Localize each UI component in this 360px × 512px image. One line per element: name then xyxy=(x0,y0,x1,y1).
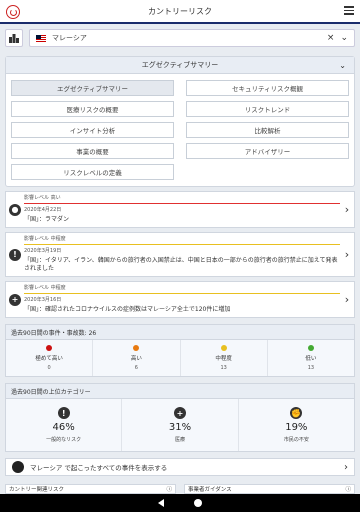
stat-cell-medium: 中程度 13 xyxy=(180,340,268,377)
malaysia-flag-icon xyxy=(36,34,46,42)
executive-summary-button[interactable]: エグゼクティブサマリー xyxy=(11,80,174,96)
category-cell-general: ! 46% 一般的なリスク xyxy=(6,399,123,452)
stat-count: 0 xyxy=(47,365,51,372)
event-description: 「国」：イタリア、イラン、韓国からの旅行者の入国禁止は、中国と日本の一部からの旅… xyxy=(24,257,338,273)
stat-cell-high: 高い 6 xyxy=(93,340,181,377)
alert-icon: ! xyxy=(57,407,70,420)
bird-icon: ● xyxy=(9,203,21,216)
summary-panel-title: エグゼクティブサマリー xyxy=(141,61,219,69)
severity-dot-icon xyxy=(46,345,53,352)
info-icon: ⓘ xyxy=(345,487,351,493)
comparison-button[interactable]: 比較解析 xyxy=(186,122,349,138)
system-navigation-bar xyxy=(0,494,360,512)
chevron-right-icon[interactable]: › xyxy=(340,233,354,276)
map-button[interactable] xyxy=(5,29,23,47)
category-percent: 19% xyxy=(285,422,308,434)
event-date: 2020年3月16日 xyxy=(24,297,62,304)
all-events-button[interactable]: マレーシア で起こったすべての事件を表示する › xyxy=(5,458,355,477)
clear-icon[interactable]: × xyxy=(327,33,335,43)
category-percent: 46% xyxy=(52,422,75,434)
stat-label: 極めて高い xyxy=(35,356,63,363)
medical-risk-button[interactable]: 医療リスクの概要 xyxy=(11,101,174,117)
category-label: 一般的なリスク xyxy=(46,437,82,444)
event-date: 2020年3月19日 xyxy=(24,248,62,255)
summary-button-grid: エグゼクティブサマリー セキュリティリスク概観 医療リスクの概要 リスクトレンド… xyxy=(6,74,354,186)
top-categories-panel: 過去90日間の上位カテゴリー ! 46% 一般的なリスク + 31% 医療 ✊ … xyxy=(5,383,355,453)
info-icon: ⓘ xyxy=(166,487,172,493)
search-row: マレーシア × ⌄ xyxy=(0,24,360,52)
event-card[interactable]: ● 影響レベル 高い 2020年4月22日 「国」：ラマダン › xyxy=(5,191,355,229)
chevron-down-icon[interactable]: ⌄ xyxy=(339,61,346,70)
app-logo-icon[interactable] xyxy=(6,5,20,19)
bottom-cards: カントリー関連リスク ⓘ 事業者ガイダンス ⓘ xyxy=(5,484,355,494)
event-level: 影響レベル 中程度 xyxy=(24,285,66,292)
chevron-right-icon[interactable]: › xyxy=(340,192,354,227)
incident-stats-title: 過去90日間の事件・事故数: 26 xyxy=(6,325,354,341)
medical-icon: + xyxy=(9,293,21,306)
category-cell-medical: + 31% 医療 xyxy=(122,399,239,452)
hamburger-menu-icon[interactable] xyxy=(344,6,354,16)
all-events-label: マレーシア で起こったすべての事件を表示する xyxy=(30,464,168,473)
event-card[interactable]: ! 影響レベル 中程度 2020年3月19日 「国」：イタリア、イラン、韓国から… xyxy=(5,232,355,278)
advisory-button[interactable]: アドバイザリー xyxy=(186,143,349,159)
stat-count: 6 xyxy=(134,365,138,372)
business-overview-button[interactable]: 事業の概要 xyxy=(11,143,174,159)
medical-icon: + xyxy=(173,407,186,420)
alert-icon: ! xyxy=(9,248,21,261)
unrest-icon: ✊ xyxy=(290,407,303,420)
event-description: 「国」：ラマダン xyxy=(24,216,70,223)
stat-count: 13 xyxy=(307,365,315,372)
chevron-right-icon: › xyxy=(344,461,348,473)
severity-dot-icon xyxy=(307,345,314,352)
summary-panel-header[interactable]: エグゼクティブサマリー ⌄ xyxy=(6,57,354,74)
event-date: 2020年4月22日 xyxy=(24,207,62,213)
severity-dot-icon xyxy=(220,345,227,352)
stat-cell-extreme: 極めて高い 0 xyxy=(6,340,94,377)
business-guidance-card[interactable]: 事業者ガイダンス ⓘ xyxy=(184,484,355,494)
insight-analysis-button[interactable]: インサイト分析 xyxy=(11,122,174,138)
chevron-down-icon[interactable]: ⌄ xyxy=(340,33,348,43)
country-risk-card[interactable]: カントリー関連リスク ⓘ xyxy=(5,484,176,494)
category-label: 市民の不安 xyxy=(283,437,309,444)
risk-trend-button[interactable]: リスクトレンド xyxy=(186,101,349,117)
back-icon[interactable] xyxy=(158,499,164,507)
severity-dot-icon xyxy=(133,345,140,352)
incident-stats-panel: 過去90日間の事件・事故数: 26 極めて高い 0 高い 6 中程度 13 低い… xyxy=(5,324,355,378)
globe-icon xyxy=(12,461,24,474)
category-cell-unrest: ✊ 19% 市民の不安 xyxy=(238,399,354,452)
summary-panel: エグゼクティブサマリー ⌄ エグゼクティブサマリー セキュリティリスク概観 医療… xyxy=(5,56,355,187)
event-level: 影響レベル 中程度 xyxy=(24,236,66,243)
stat-label: 中程度 xyxy=(215,356,232,363)
stat-label: 低い xyxy=(305,356,317,363)
event-level: 影響レベル 高い xyxy=(24,195,61,201)
buildings-icon xyxy=(9,34,19,43)
security-risk-button[interactable]: セキュリティリスク概観 xyxy=(186,80,349,96)
card-label: 事業者ガイダンス xyxy=(188,487,232,493)
card-label: カントリー関連リスク xyxy=(9,487,65,493)
chevron-right-icon[interactable]: › xyxy=(340,282,354,317)
category-percent: 31% xyxy=(168,422,192,434)
stat-count: 13 xyxy=(220,365,227,372)
stat-cell-low: 低い 13 xyxy=(267,340,354,377)
event-card[interactable]: + 影響レベル 中程度 2020年3月16日 「国」：確認されたコロナウイルスの… xyxy=(5,281,355,319)
home-icon[interactable] xyxy=(194,499,202,507)
page-title: カントリーリスク xyxy=(148,6,212,16)
app-bar: カントリーリスク xyxy=(0,0,360,24)
risk-level-definition-button[interactable]: リスクレベルの定義 xyxy=(11,164,174,180)
category-label: 医療 xyxy=(174,437,185,444)
country-select[interactable]: マレーシア × ⌄ xyxy=(29,29,355,47)
event-description: 「国」：確認されたコロナウイルスの症例数はマレーシア全土で120件に増加 xyxy=(24,306,231,314)
top-categories-title: 過去90日間の上位カテゴリー xyxy=(6,384,354,400)
country-select-value: マレーシア xyxy=(52,34,87,42)
stat-label: 高い xyxy=(130,356,142,363)
